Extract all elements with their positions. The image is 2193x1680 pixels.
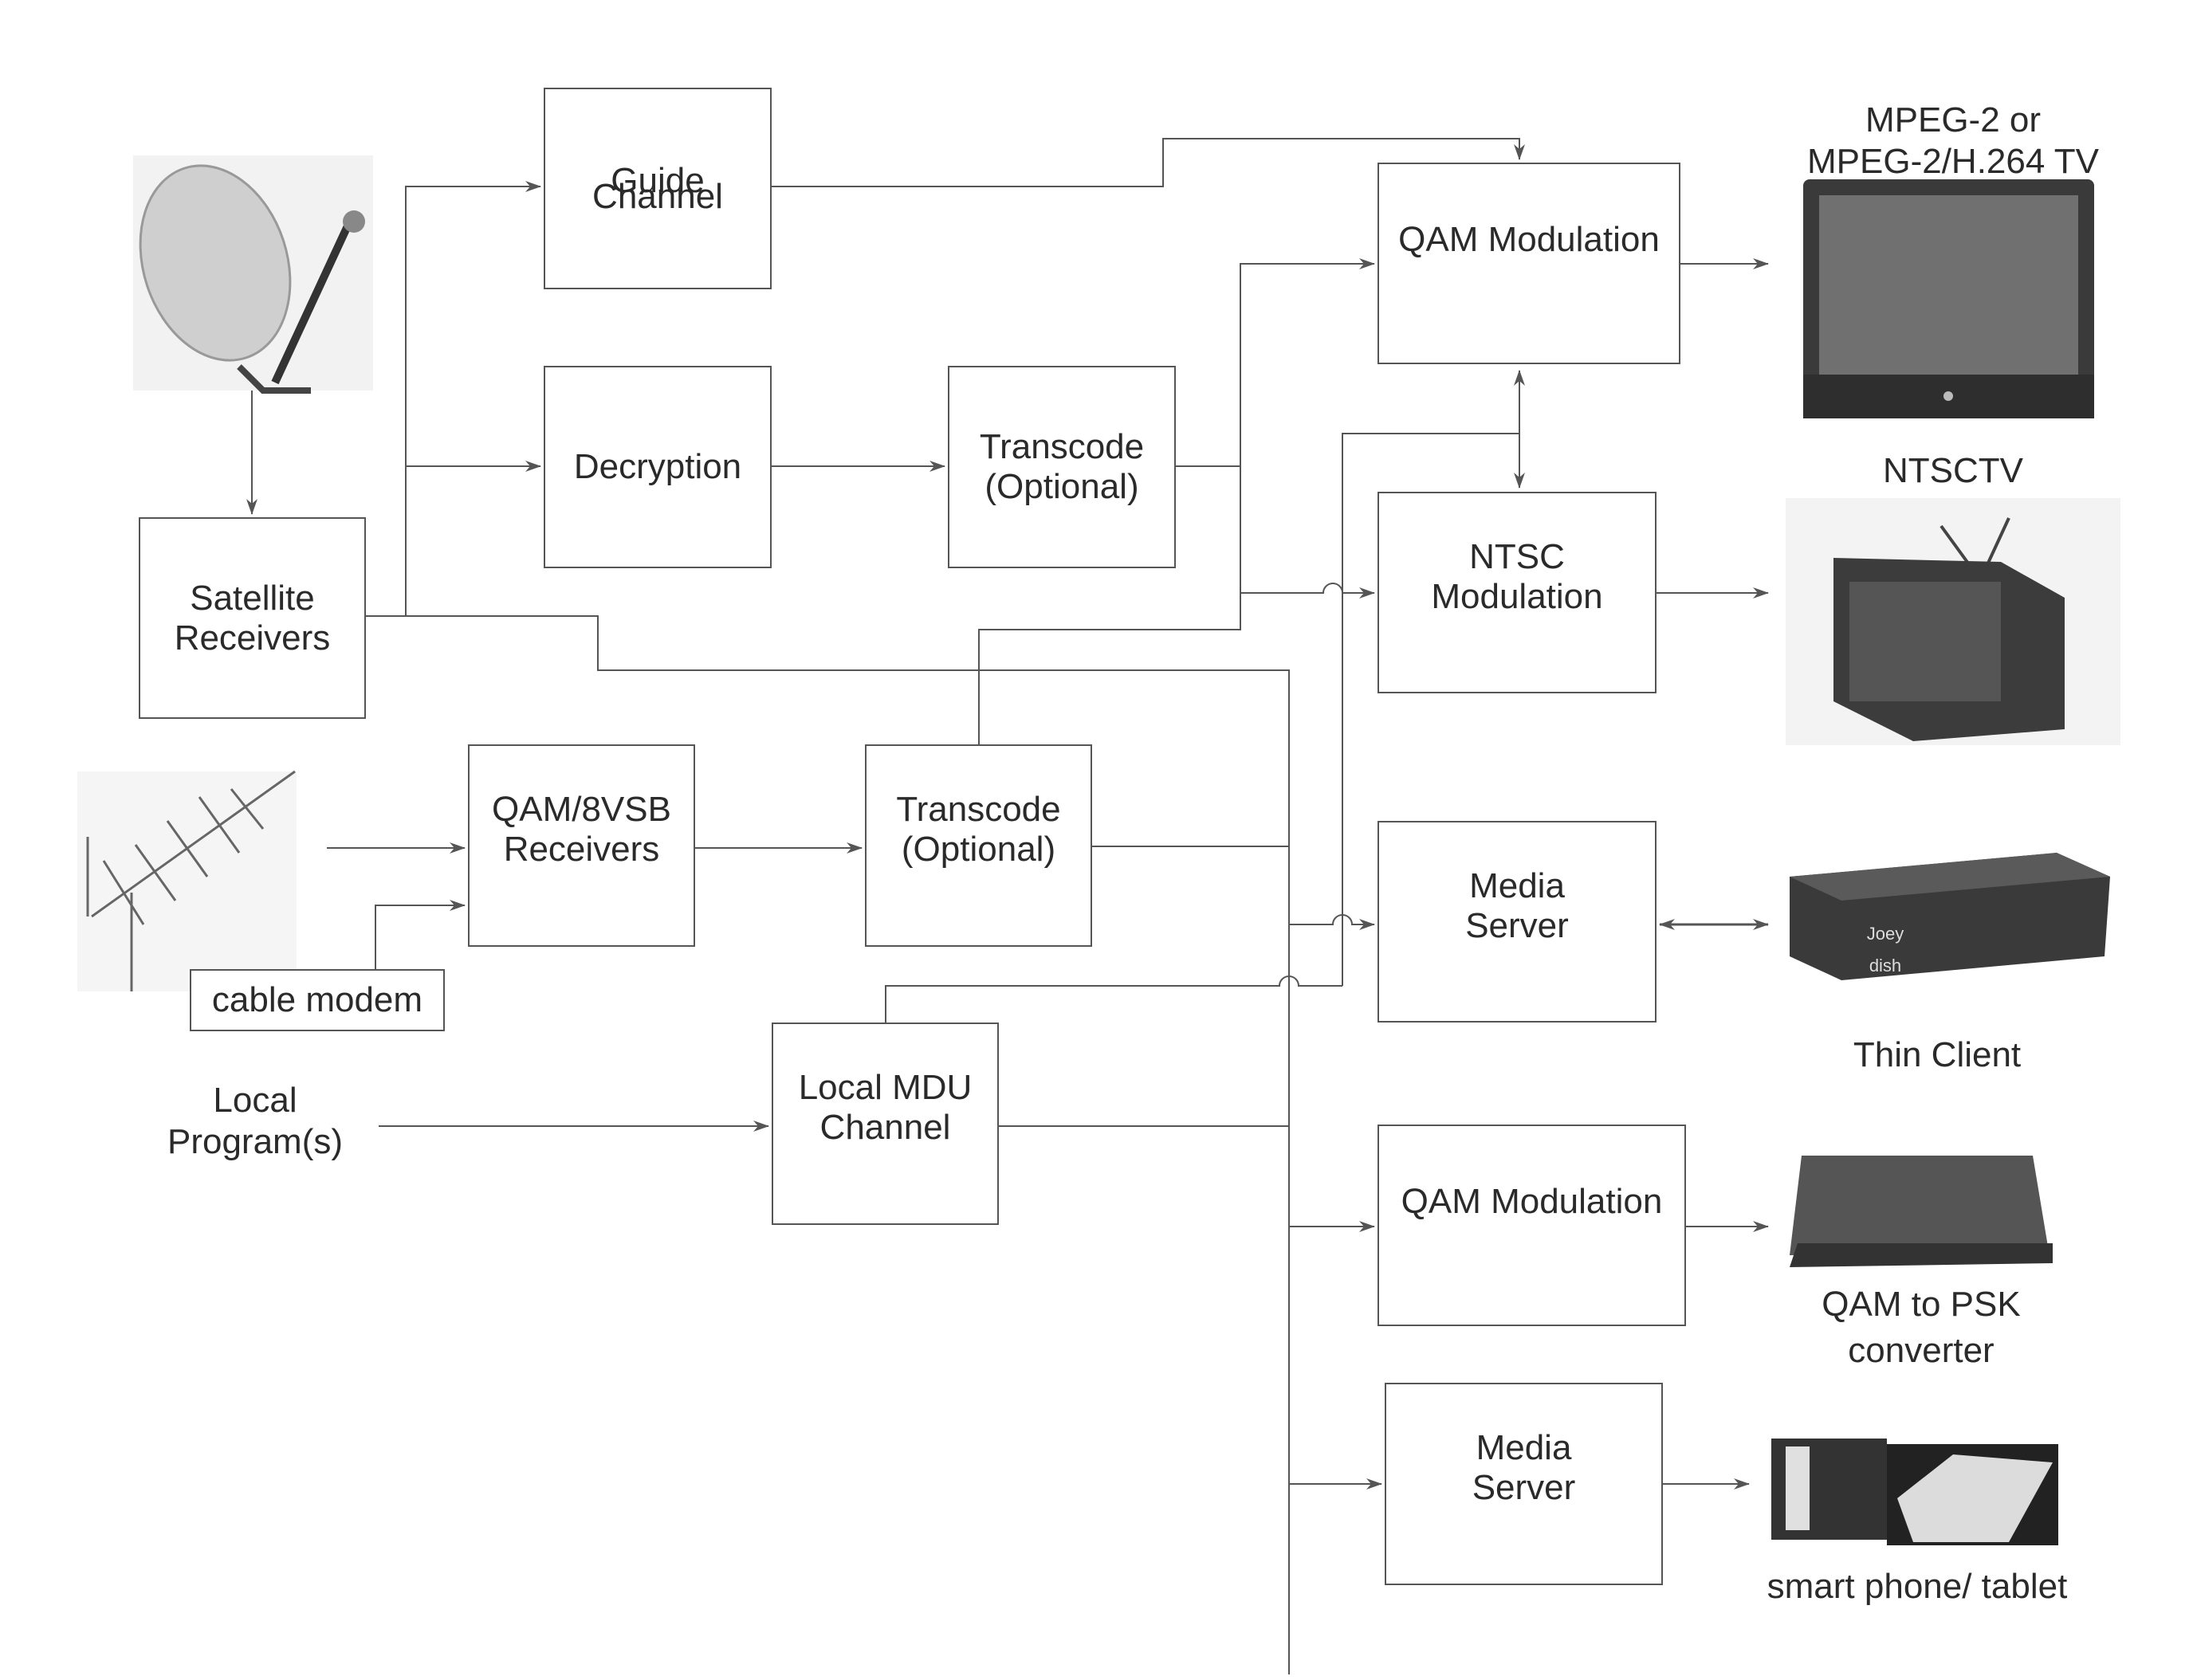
local-mdu-label-2: Channel [819, 1108, 951, 1147]
ntsc-label-1: NTSC [1469, 536, 1565, 576]
qam-psk-line-1: QAM to PSK [1822, 1285, 2021, 1324]
local-programs-line-1: Local [213, 1081, 297, 1120]
transcode-optional-box-2: Transcode (Optional) [865, 744, 1092, 947]
media-server-2-label-2: Server [1472, 1468, 1576, 1507]
cable-modem-label: cable modem [211, 980, 423, 1019]
mpeg-tv-line-1: MPEG-2 or [1865, 100, 2042, 139]
wire-transcode1-to-ntsc [1240, 466, 1375, 599]
transcode2-label-2: (Optional) [901, 830, 1056, 869]
thin-client-text: Thin Client [1853, 1035, 2022, 1074]
local-mdu-label-1: Local MDU [798, 1068, 973, 1107]
ntsc-tv-label: NTSCTV [1833, 450, 2073, 492]
wire-receivers-bus [366, 181, 541, 617]
local-programs-label: Local Program(s) [159, 1080, 351, 1163]
thin-client-brand: Joey dish [1857, 918, 1913, 982]
qam-modulation-box-1: QAM Modulation [1378, 163, 1680, 364]
flat-tv-icon [1803, 179, 2094, 418]
guide-channel-box: Guide Channel [544, 88, 772, 289]
ntsc-tv-text: NTSCTV [1883, 451, 2023, 490]
cable-modem-box: cable modem [190, 969, 445, 1031]
qam-psk-label: QAM to PSK converter [1778, 1282, 2065, 1374]
satellite-receivers-label-1: Satellite [190, 578, 315, 618]
transcode-label-1: Transcode [979, 427, 1145, 466]
media-server-box-1: Media Server [1378, 821, 1657, 1023]
guide-channel-label-2: Channel [592, 176, 723, 216]
satellite-receivers-box: Satellite Receivers [139, 517, 366, 719]
local-mdu-channel-box: Local MDU Channel [772, 1023, 999, 1225]
wire-transcode1-to-qam [1176, 258, 1375, 467]
thin-client-icon [1790, 853, 2110, 980]
qam-8vsb-receivers-box: QAM/8VSB Receivers [468, 744, 695, 947]
media-server-2-label-1: Media [1476, 1428, 1572, 1467]
qam-modulation-1-label: QAM Modulation [1398, 220, 1660, 259]
thin-client-brand-2: dish [1869, 956, 1902, 975]
qam-modulation-2-label: QAM Modulation [1401, 1182, 1663, 1221]
satellite-receivers-label-2: Receivers [174, 618, 331, 657]
transcode-label-2: (Optional) [984, 467, 1139, 506]
qam-psk-line-2: converter [1848, 1331, 1995, 1370]
wire-trunk-to-media1 [1289, 914, 1375, 930]
smart-devices-icon [1771, 1439, 2058, 1545]
transcode-optional-box-1: Transcode (Optional) [948, 366, 1176, 568]
mpeg-tv-label: MPEG-2 or MPEG-2/H.264 TV [1794, 100, 2112, 183]
qam-modulation-box-2: QAM Modulation [1378, 1125, 1686, 1326]
connection-lines [77, 138, 2120, 1674]
satellite-dish-icon [133, 155, 373, 394]
wire-transcode2-up [978, 593, 1241, 744]
media-server-box-2: Media Server [1385, 1383, 1663, 1585]
antenna-icon [77, 770, 297, 991]
crt-tv-icon [1786, 498, 2120, 745]
media-server-1-label-2: Server [1465, 905, 1569, 945]
wire-cable-modem-to-qam8vsb [375, 900, 466, 969]
smart-devices-label: smart phone/ tablet [1738, 1566, 2097, 1607]
thin-client-brand-1: Joey [1866, 924, 1904, 944]
smart-devices-text: smart phone/ tablet [1767, 1567, 2068, 1606]
thin-client-label: Thin Client [1818, 1034, 2057, 1076]
mpeg-tv-line-2: MPEG-2/H.264 TV [1807, 142, 2099, 181]
decryption-box: Decryption [544, 366, 772, 568]
qam-psk-converter-icon [1790, 1156, 2053, 1267]
qam-8vsb-label-2: Receivers [503, 830, 660, 869]
local-programs-line-2: Program(s) [167, 1122, 344, 1161]
decryption-label: Decryption [573, 447, 742, 486]
media-server-1-label-1: Media [1469, 866, 1565, 905]
ntsc-modulation-box: NTSC Modulation [1378, 492, 1657, 693]
qam-8vsb-label-1: QAM/8VSB [492, 790, 671, 829]
transcode2-label-1: Transcode [896, 790, 1061, 829]
ntsc-label-2: Modulation [1431, 576, 1603, 616]
wire-mdu-up [885, 975, 1342, 1023]
